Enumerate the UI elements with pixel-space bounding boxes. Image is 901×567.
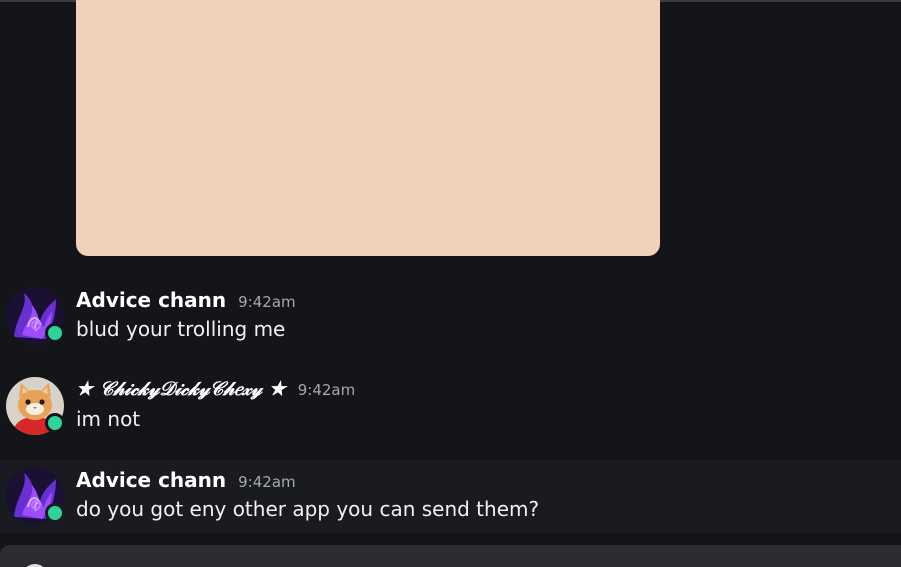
message-text: do you got eny other app you can send th… [76, 497, 540, 521]
message-composer[interactable] [0, 545, 901, 567]
timestamp[interactable]: 9:42am [298, 381, 356, 399]
timestamp[interactable]: 9:42am [238, 293, 296, 311]
message-2[interactable]: ★ 𝒞𝒽𝒾𝒸𝓀𝓎𝒟𝒾𝒸𝓀𝓎𝒞𝒽𝑒𝓍𝓎 ★ 9:42am im not [0, 370, 901, 460]
message-3[interactable]: Advice chann 9:42am do you got eny other… [0, 460, 901, 533]
online-status-icon [45, 413, 65, 433]
avatar[interactable] [6, 377, 65, 435]
username[interactable]: Advice chann [76, 288, 226, 312]
online-status-icon [45, 503, 65, 523]
message-text: blud your trolling me [76, 317, 286, 341]
message-text: im not [76, 407, 141, 431]
image-attachment[interactable] [76, 0, 660, 256]
username[interactable]: Advice chann [76, 468, 226, 492]
message-1[interactable]: Advice chann 9:42am blud your trolling m… [0, 280, 901, 370]
online-status-icon [45, 323, 65, 343]
message-header: Advice chann 9:42am [76, 468, 296, 492]
avatar[interactable] [6, 467, 65, 525]
chat-window: Advice chann 9:42am blud your trolling m… [0, 0, 901, 567]
message-header: Advice chann 9:42am [76, 288, 296, 312]
username[interactable]: ★ 𝒞𝒽𝒾𝒸𝓀𝓎𝒟𝒾𝒸𝓀𝓎𝒞𝒽𝑒𝓍𝓎 ★ [76, 378, 286, 400]
avatar[interactable] [6, 287, 65, 345]
timestamp[interactable]: 9:42am [238, 473, 296, 491]
message-header: ★ 𝒞𝒽𝒾𝒸𝓀𝓎𝒟𝒾𝒸𝓀𝓎𝒞𝒽𝑒𝓍𝓎 ★ 9:42am [76, 378, 355, 400]
